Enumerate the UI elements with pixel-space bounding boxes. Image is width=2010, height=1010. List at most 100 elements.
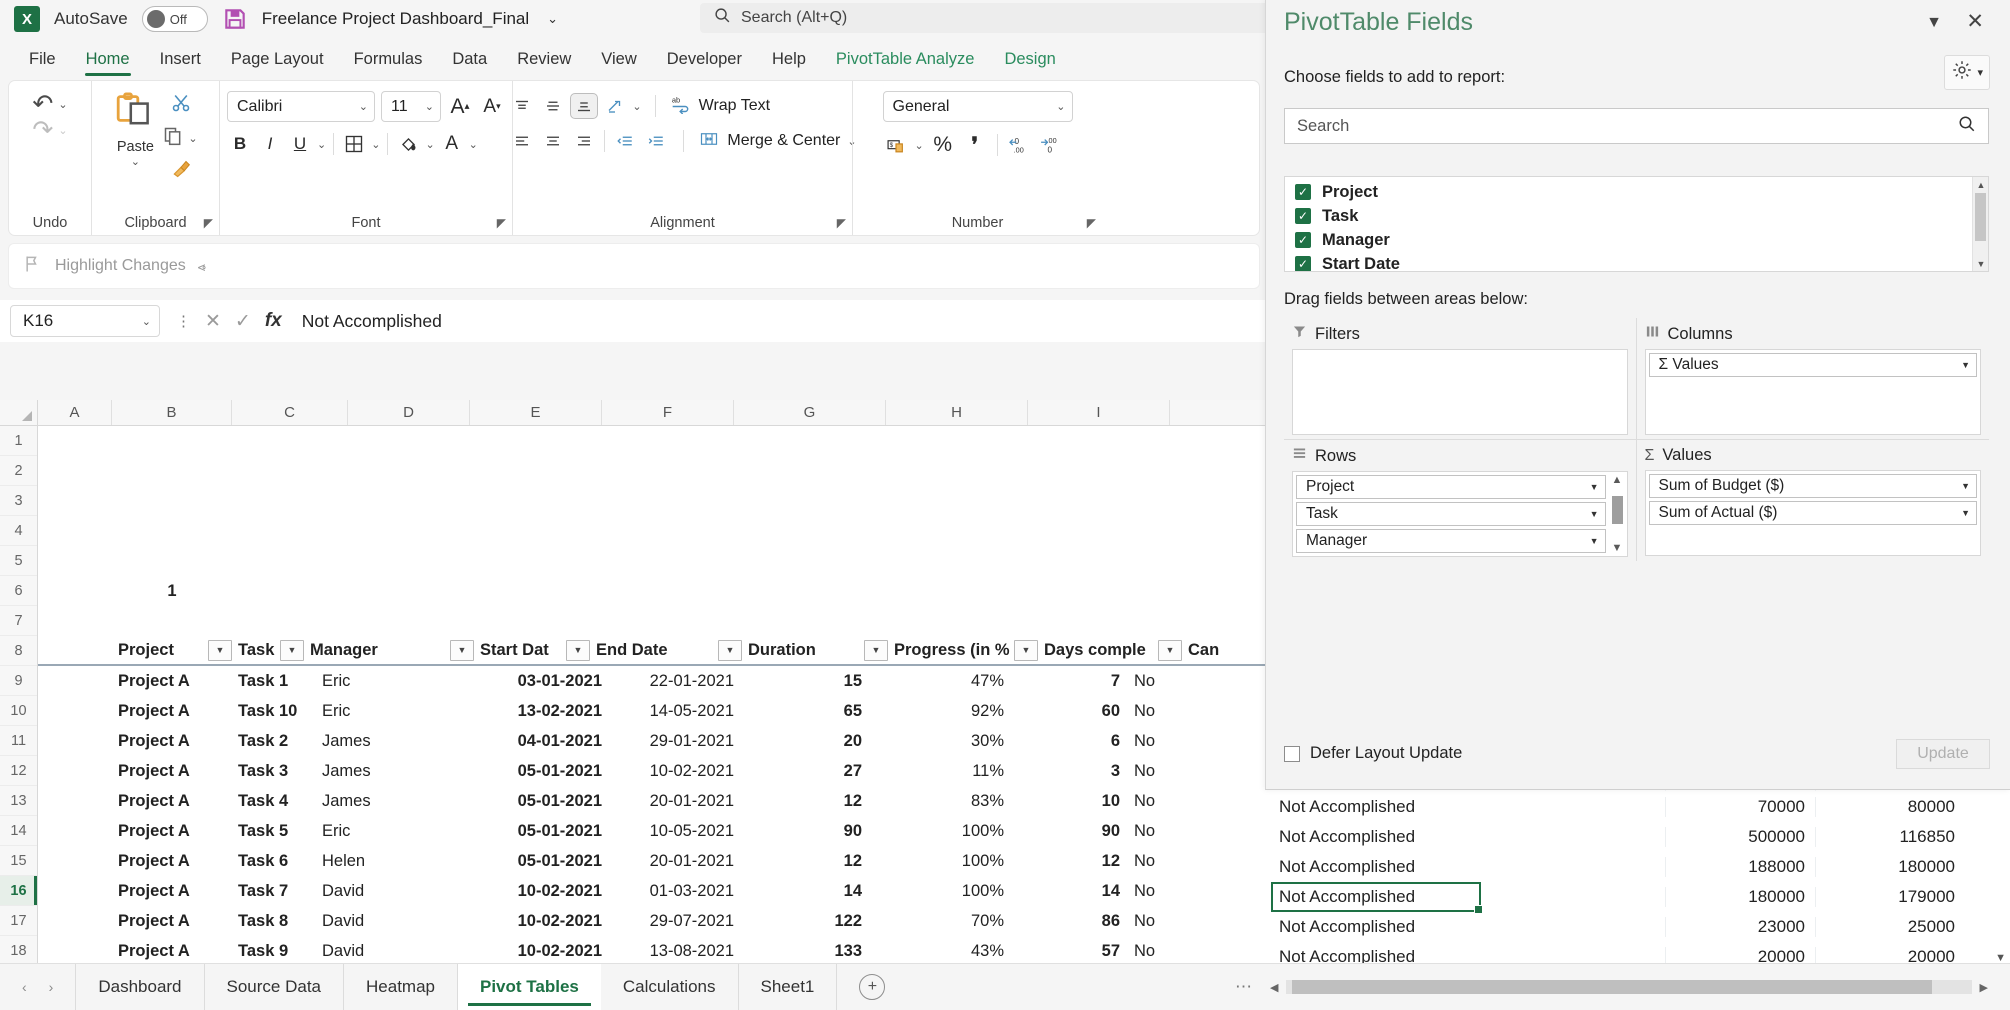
cell-days-completed[interactable]: 14 — [1010, 882, 1126, 901]
cell-end-date[interactable]: 01-03-2021 — [608, 882, 740, 901]
rows-chip-project[interactable]: Project ▼ — [1296, 475, 1606, 499]
field-list[interactable]: ✓ Project ✓ Task ✓ Manager ✓ Start Date … — [1284, 176, 1989, 272]
ribbon-tab-review[interactable]: Review — [502, 46, 586, 78]
area-rows[interactable]: Rows Project ▼ Task ▼ Manager — [1284, 440, 1637, 561]
text-orientation-icon[interactable] — [601, 93, 629, 119]
formula-bar-more-icon[interactable]: ⋮ — [176, 312, 191, 330]
field-item-task[interactable]: ✓ Task — [1285, 204, 1988, 228]
cell-start-date[interactable]: 10-02-2021 — [466, 912, 608, 931]
cell-project[interactable]: Project A — [112, 792, 232, 811]
fill-color-chevron-down-icon[interactable]: ⌄ — [425, 138, 434, 151]
borders-chevron-down-icon[interactable]: ⌄ — [371, 138, 380, 151]
filter-dropdown-duration-icon[interactable]: ▼ — [864, 640, 888, 661]
cell-start-date[interactable]: 05-01-2021 — [466, 852, 608, 871]
cell-duration[interactable]: 14 — [740, 882, 868, 901]
align-center-icon[interactable] — [539, 128, 567, 154]
scroll-left-arrow-icon[interactable]: ◀ — [1270, 981, 1278, 994]
cell-project[interactable]: Project A — [112, 912, 232, 931]
checkbox-checked-icon[interactable]: ✓ — [1295, 232, 1311, 248]
cell-manager[interactable]: David — [316, 942, 466, 961]
ribbon-tab-page-layout[interactable]: Page Layout — [216, 46, 339, 78]
cell-cancelled[interactable]: No — [1126, 852, 1170, 871]
field-search-input[interactable]: Search — [1284, 108, 1989, 144]
ribbon-tab-home[interactable]: Home — [71, 46, 145, 78]
font-size-select[interactable]: 11 ⌄ — [381, 91, 441, 122]
row-header-8[interactable]: 8 — [0, 636, 37, 666]
row-header-10[interactable]: 10 — [0, 696, 37, 726]
paste-button[interactable]: Paste ⌄ — [113, 89, 157, 168]
filter-dropdown-progress-icon[interactable]: ▼ — [1014, 640, 1038, 661]
font-dialog-launcher-icon[interactable]: ◤ — [497, 216, 506, 230]
cell-task[interactable]: Task 9 — [232, 942, 316, 961]
cell-progress[interactable]: 70% — [868, 912, 1010, 931]
font-color-chevron-down-icon[interactable]: ⌄ — [469, 138, 478, 151]
row-header-5[interactable]: 5 — [0, 546, 37, 576]
field-item-project[interactable]: ✓ Project — [1285, 180, 1988, 204]
cell-project[interactable]: Project A — [112, 852, 232, 871]
cell-start-date[interactable]: 10-02-2021 — [466, 942, 608, 961]
horizontal-scrollbar[interactable]: ◀ ▶ — [1270, 978, 2010, 996]
row-header-12[interactable]: 12 — [0, 756, 37, 786]
row-header-7[interactable]: 7 — [0, 606, 37, 636]
ribbon-tab-view[interactable]: View — [586, 46, 651, 78]
cell-cancelled[interactable]: No — [1126, 882, 1170, 901]
cell-duration[interactable]: 12 — [740, 792, 868, 811]
column-header-c[interactable]: C — [232, 400, 348, 425]
cell-project[interactable]: Project A — [112, 822, 232, 841]
pivot-output-row[interactable]: Not Accomplished 23000 25000 — [1265, 912, 2010, 942]
cell-end-date[interactable]: 29-07-2021 — [608, 912, 740, 931]
align-middle-icon[interactable] — [539, 93, 567, 119]
cancel-entry-icon[interactable]: ✕ — [205, 310, 221, 333]
name-box[interactable]: K16 ⌄ — [10, 305, 160, 337]
row-header-9[interactable]: 9 — [0, 666, 37, 696]
redo-chevron-down-icon[interactable]: ⌄ — [58, 124, 67, 137]
area-columns[interactable]: Columns Σ Values ▼ — [1637, 318, 1990, 440]
cell-end-date[interactable]: 20-01-2021 — [608, 792, 740, 811]
cell-task[interactable]: Task 2 — [232, 732, 316, 751]
search-box[interactable]: Search (Alt+Q) — [700, 3, 1350, 33]
sheet-tab-heatmap[interactable]: Heatmap — [344, 964, 458, 1010]
cell-duration[interactable]: 90 — [740, 822, 868, 841]
cell-days-completed[interactable]: 60 — [1010, 702, 1126, 721]
cell-end-date[interactable]: 29-01-2021 — [608, 732, 740, 751]
ribbon-tab-insert[interactable]: Insert — [145, 46, 216, 78]
cell-task[interactable]: Task 4 — [232, 792, 316, 811]
scrollbar-thumb[interactable] — [1612, 496, 1623, 524]
cell-duration[interactable]: 12 — [740, 852, 868, 871]
cell-progress[interactable]: 30% — [868, 732, 1010, 751]
area-values[interactable]: Σ Values Sum of Budget ($) ▼ Sum of Actu… — [1637, 440, 1990, 561]
cell-task[interactable]: Task 3 — [232, 762, 316, 781]
scrollbar-thumb[interactable] — [1975, 193, 1986, 241]
rows-area-scrollbar[interactable]: ▲ ▼ — [1611, 474, 1625, 554]
accounting-format-icon[interactable]: $ — [883, 132, 909, 158]
undo-chevron-down-icon[interactable]: ⌄ — [58, 98, 67, 111]
search-input[interactable]: Search (Alt+Q) — [741, 9, 847, 27]
cell-duration[interactable]: 122 — [740, 912, 868, 931]
area-filters[interactable]: Filters — [1284, 318, 1637, 440]
font-name-select[interactable]: Calibri ⌄ — [227, 91, 375, 122]
filter-dropdown-manager-icon[interactable]: ▼ — [450, 640, 474, 661]
select-all-corner[interactable] — [0, 400, 38, 425]
row-header-15[interactable]: 15 — [0, 846, 37, 876]
cell-progress[interactable]: 92% — [868, 702, 1010, 721]
row-header-4[interactable]: 4 — [0, 516, 37, 546]
chip-chevron-down-icon[interactable]: ▼ — [1590, 482, 1599, 492]
row-header-16[interactable]: 16 — [0, 876, 37, 906]
cell-manager[interactable]: Helen — [316, 852, 466, 871]
cell-task[interactable]: Task 6 — [232, 852, 316, 871]
cell-end-date[interactable]: 13-08-2021 — [608, 942, 740, 961]
cell-cancelled[interactable]: No — [1126, 702, 1170, 721]
cell-start-date[interactable]: 10-02-2021 — [466, 882, 608, 901]
cell-cancelled[interactable]: No — [1126, 762, 1170, 781]
chip-chevron-down-icon[interactable]: ▼ — [1961, 481, 1970, 491]
sheet-tab-pivot-tables[interactable]: Pivot Tables — [458, 964, 601, 1010]
row-header-14[interactable]: 14 — [0, 816, 37, 846]
column-header-d[interactable]: D — [348, 400, 470, 425]
cell-duration[interactable]: 65 — [740, 702, 868, 721]
insert-function-icon[interactable]: fx — [265, 310, 282, 332]
ribbon-tab-data[interactable]: Data — [437, 46, 502, 78]
columns-drop-zone[interactable]: Σ Values ▼ — [1645, 349, 1982, 435]
row-header-17[interactable]: 17 — [0, 906, 37, 936]
cell-days-completed[interactable]: 10 — [1010, 792, 1126, 811]
pivot-output-row-selected[interactable]: Not Accomplished 180000 179000 — [1265, 882, 2010, 912]
